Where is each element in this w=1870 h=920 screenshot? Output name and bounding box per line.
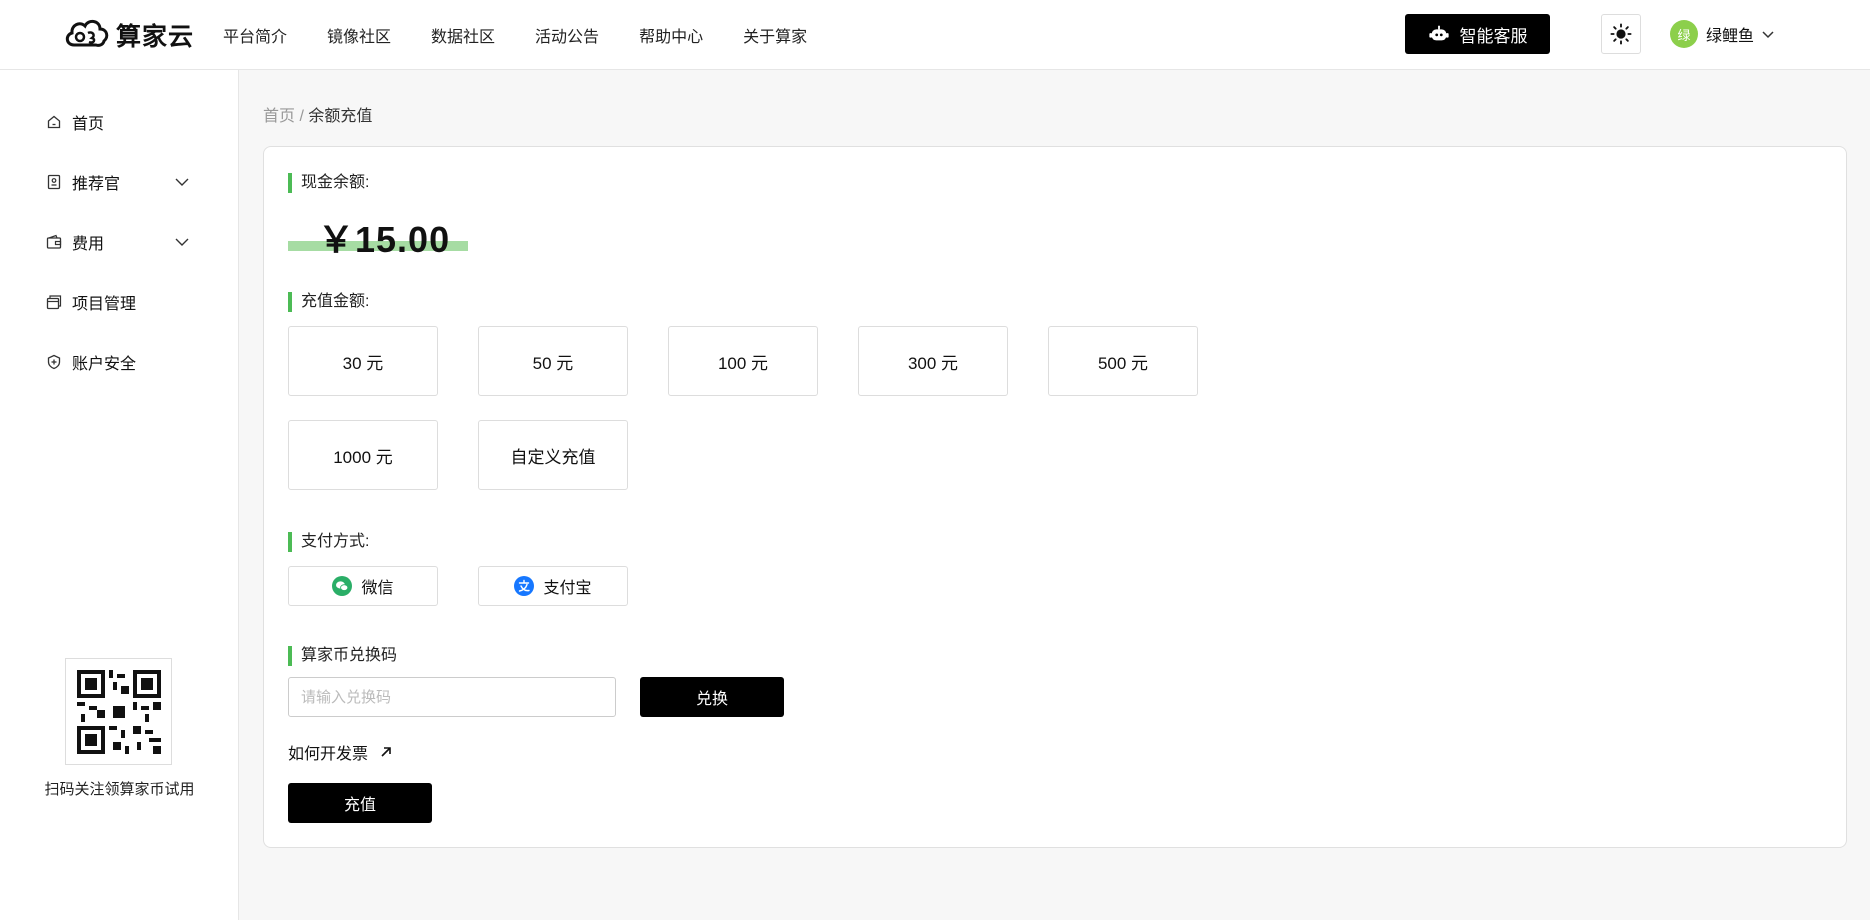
- sidebar-item-billing[interactable]: 费用: [46, 227, 196, 257]
- top-header: 算家云 平台简介 镜像社区 数据社区 活动公告 帮助中心 关于算家 智能客服 绿…: [0, 0, 1870, 70]
- smart-service-button[interactable]: 智能客服: [1405, 14, 1550, 54]
- pay-wechat-button[interactable]: 微信: [288, 566, 438, 606]
- breadcrumb-current: 余额充值: [308, 108, 373, 125]
- nav-data-community[interactable]: 数据社区: [431, 23, 495, 47]
- sidebar-item-label: 推荐官: [72, 176, 121, 193]
- nav-announcements[interactable]: 活动公告: [535, 23, 599, 47]
- amount-option-50[interactable]: 50 元: [478, 326, 628, 396]
- recharge-submit-button[interactable]: 充值: [288, 783, 432, 823]
- sidebar: 首页 推荐官 费用 项目管理 账户安全 扫码关注领算家币试用: [0, 70, 239, 920]
- breadcrumb-separator: /: [295, 108, 309, 125]
- amount-option-300[interactable]: 300 元: [858, 326, 1008, 396]
- arrow-up-right-icon: [381, 747, 391, 757]
- nav-platform-intro[interactable]: 平台简介: [223, 23, 287, 47]
- invoice-help-label: 如何开发票: [288, 746, 369, 763]
- breadcrumb: 首页 / 余额充值: [263, 102, 372, 126]
- chevron-down-icon: [174, 234, 190, 250]
- wallet-icon: [46, 234, 62, 250]
- sidebar-item-label: 账户安全: [72, 356, 137, 373]
- sidebar-item-security[interactable]: 账户安全: [46, 347, 196, 377]
- sidebar-item-label: 首页: [72, 116, 105, 133]
- user-menu[interactable]: 绿 绿鲤鱼: [1670, 20, 1776, 48]
- sidebar-item-home[interactable]: 首页: [46, 107, 196, 137]
- sidebar-item-projects[interactable]: 项目管理: [46, 287, 196, 317]
- robot-icon: [1428, 25, 1449, 41]
- balance-title: 现金余额:: [288, 173, 369, 193]
- nav-image-community[interactable]: 镜像社区: [327, 23, 391, 47]
- folder-icon: [46, 294, 62, 310]
- sun-icon: [1610, 23, 1632, 45]
- sidebar-item-label: 项目管理: [72, 296, 137, 313]
- amount-option-100[interactable]: 100 元: [668, 326, 818, 396]
- qr-code-icon: [76, 669, 161, 754]
- brand-name: 算家云: [116, 23, 195, 51]
- chevron-down-icon: [1762, 31, 1774, 39]
- wechat-icon: [332, 576, 353, 596]
- pay-alipay-button[interactable]: 支付宝: [478, 566, 628, 606]
- redeem-code-input[interactable]: [288, 677, 616, 717]
- sidebar-item-referral[interactable]: 推荐官: [46, 167, 196, 197]
- main-nav: 平台简介 镜像社区 数据社区 活动公告 帮助中心 关于算家: [223, 0, 847, 70]
- invoice-help-link[interactable]: 如何开发票: [288, 740, 394, 764]
- pay-alipay-label: 支付宝: [543, 580, 592, 597]
- payment-title: 支付方式:: [288, 532, 369, 552]
- amount-option-500[interactable]: 500 元: [1048, 326, 1198, 396]
- redeem-button[interactable]: 兑换: [640, 677, 784, 717]
- avatar: 绿: [1670, 20, 1698, 48]
- breadcrumb-home[interactable]: 首页: [263, 108, 295, 125]
- alipay-icon: [514, 576, 535, 596]
- recharge-title: 充值金额:: [288, 292, 369, 312]
- redeem-title: 算家币兑换码: [288, 646, 397, 666]
- nav-help-center[interactable]: 帮助中心: [639, 23, 703, 47]
- home-icon: [46, 114, 62, 130]
- qr-code: [65, 658, 172, 765]
- smart-service-label: 智能客服: [1459, 26, 1528, 46]
- qr-caption: 扫码关注领算家币试用: [44, 781, 195, 798]
- username: 绿鲤鱼: [1706, 28, 1755, 45]
- theme-toggle-button[interactable]: [1601, 14, 1641, 54]
- badge-icon: [46, 174, 62, 190]
- amount-option-30[interactable]: 30 元: [288, 326, 438, 396]
- sidebar-item-label: 费用: [72, 236, 105, 253]
- balance-display: ￥15.00: [288, 211, 468, 263]
- amount-option-1000[interactable]: 1000 元: [288, 420, 438, 490]
- chevron-down-icon: [174, 174, 190, 190]
- brand-logo[interactable]: 算家云: [62, 12, 194, 58]
- pay-wechat-label: 微信: [361, 580, 394, 597]
- cloud-logo-icon: [65, 20, 109, 47]
- nav-about[interactable]: 关于算家: [743, 23, 807, 47]
- shield-icon: [46, 354, 62, 370]
- recharge-card: 现金余额: ￥15.00 充值金额: 30 元 50 元 100 元 300 元…: [263, 146, 1847, 848]
- custom-amount-button[interactable]: 自定义充值: [478, 420, 628, 490]
- balance-value: ￥15.00: [318, 219, 451, 260]
